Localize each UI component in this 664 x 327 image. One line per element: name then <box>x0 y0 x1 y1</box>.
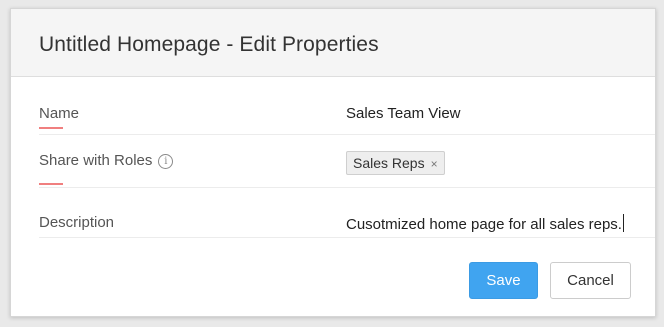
role-tag: Sales Reps × <box>346 151 445 175</box>
description-input[interactable]: Cusotmized home page for all sales reps. <box>346 214 624 233</box>
dialog-header: Untitled Homepage - Edit Properties <box>11 9 655 77</box>
text-cursor <box>622 214 624 232</box>
required-indicator <box>39 127 63 129</box>
info-icon[interactable]: i <box>158 154 174 169</box>
name-row: Name Sales Team View <box>39 77 655 135</box>
description-row: Description Cusotmized home page for all… <box>39 187 655 238</box>
name-input[interactable]: Sales Team View <box>346 105 461 122</box>
cancel-button[interactable]: Cancel <box>550 262 631 299</box>
required-indicator <box>39 183 63 185</box>
role-tag-label: Sales Reps <box>353 155 425 171</box>
roles-label: Share with Roles <box>39 152 153 169</box>
save-button[interactable]: Save <box>469 262 538 299</box>
description-label: Description <box>39 214 115 231</box>
roles-row: Share with Roles i Sales Reps × <box>39 134 655 188</box>
close-icon[interactable]: × <box>431 153 438 175</box>
description-text: Cusotmized home page for all sales reps. <box>346 216 622 233</box>
roles-label-wrap: Share with Roles i <box>39 152 174 169</box>
name-label: Name <box>39 105 80 122</box>
edit-properties-dialog: Untitled Homepage - Edit Properties Name… <box>10 8 656 317</box>
dialog-title: Untitled Homepage - Edit Properties <box>39 33 379 56</box>
